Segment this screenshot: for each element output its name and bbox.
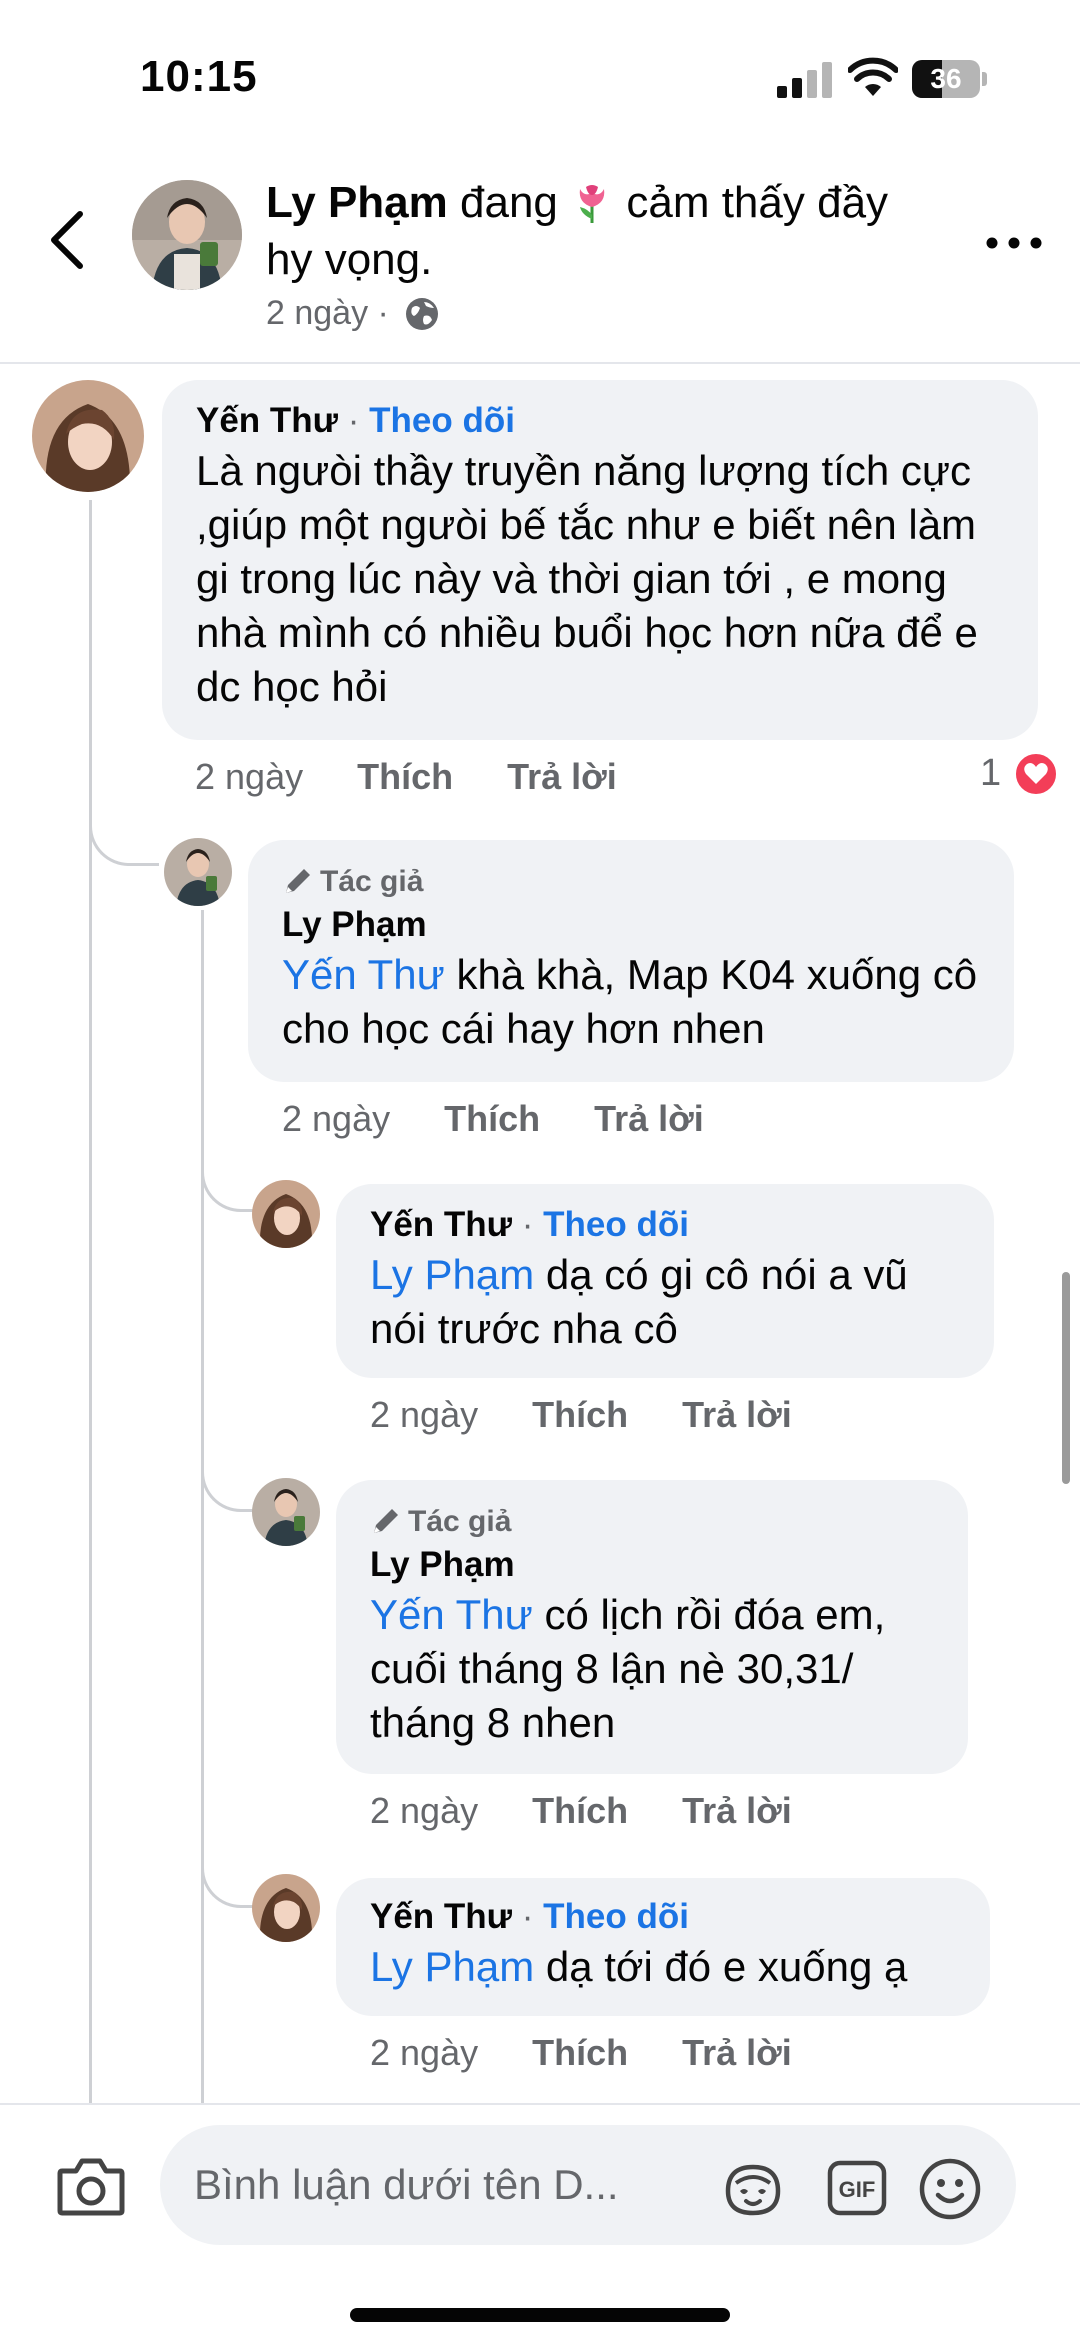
comment-text: Ly Phạm dạ tới đó e xuống ạ: [370, 1940, 956, 1994]
post-meta: 2 ngày ·: [266, 294, 440, 333]
comment-input[interactable]: Bình luận dưới tên D... GIF: [160, 2125, 1016, 2245]
follow-button[interactable]: Theo dõi: [543, 1205, 689, 1244]
author-reply-avatar[interactable]: [164, 838, 232, 906]
comment-time[interactable]: 2 ngày: [195, 756, 303, 797]
comment-time[interactable]: 2 ngày: [370, 2032, 478, 2073]
comment-time[interactable]: 2 ngày: [282, 1098, 390, 1139]
scrollbar[interactable]: [1062, 1272, 1070, 1484]
battery-level: 36: [930, 63, 962, 94]
mention-link[interactable]: Yến Thư: [370, 1591, 533, 1638]
comment-time[interactable]: 2 ngày: [370, 1394, 478, 1435]
camera-icon[interactable]: [56, 2155, 126, 2217]
author-badge: Tác giả: [370, 1502, 934, 1542]
reply-button[interactable]: Trả lời: [594, 1098, 704, 1139]
post-header: Ly Phạm đang cảm thấy đầy hy vọng. 2 ngà…: [0, 150, 1080, 364]
status-time: 10:15: [140, 52, 258, 101]
reaction-count: 1: [980, 752, 1002, 794]
header-separator: ·: [347, 401, 360, 440]
comment-actions: 2 ngày Thích Trả lời: [370, 1394, 836, 1436]
header-separator: ·: [521, 1897, 534, 1936]
globe-icon: [406, 298, 439, 330]
back-button[interactable]: [44, 208, 90, 272]
heart-icon: [1014, 752, 1058, 796]
comment-body: dạ tới đó e xuống ạ: [534, 1943, 908, 1990]
cellular-signal-icon: [777, 62, 832, 98]
post-title: Ly Phạm đang cảm thấy đầy hy vọng.: [266, 174, 946, 288]
thread-connector-3: [201, 1440, 257, 1512]
author-reply-avatar[interactable]: [252, 1478, 320, 1546]
comment-actions: 2 ngày Thích Trả lời: [195, 756, 661, 798]
feeling-prefix: đang: [460, 178, 558, 227]
wifi-icon: [848, 57, 898, 96]
mention-link[interactable]: Ly Phạm: [370, 1943, 534, 1990]
reply-bubble[interactable]: Yến Thư · Theo dõi Ly Phạm dạ tới đó e x…: [336, 1878, 990, 2016]
comment-header: Yến Thư · Theo dõi: [196, 398, 1004, 444]
emoji-icon[interactable]: [918, 2157, 982, 2221]
comment-actions: 2 ngày Thích Trả lời: [370, 2032, 836, 2074]
commenter-name[interactable]: Yến Thư: [196, 401, 338, 440]
commenter-avatar[interactable]: [252, 1180, 320, 1248]
status-bar: 10:15 36: [0, 0, 1080, 150]
like-button[interactable]: Thích: [532, 2032, 628, 2073]
mention-link[interactable]: Yến Thư: [282, 951, 445, 998]
reply-bubble[interactable]: Tác giả Ly Phạm Yến Thư có lịch rồi đóa …: [336, 1480, 968, 1774]
author-badge: Tác giả: [282, 862, 980, 902]
reply-bubble[interactable]: Yến Thư · Theo dõi Ly Phạm dạ có gi cô n…: [336, 1184, 994, 1378]
comment-actions: 2 ngày Thích Trả lời: [282, 1098, 748, 1140]
mention-link[interactable]: Ly Phạm: [370, 1251, 534, 1298]
commenter-avatar[interactable]: [32, 380, 144, 492]
author-avatar[interactable]: [132, 180, 242, 290]
thread-connector-2: [201, 1140, 257, 1212]
like-button[interactable]: Thích: [532, 1394, 628, 1435]
post-time[interactable]: 2 ngày: [266, 294, 368, 332]
comment-text: Là ngưòi thầy truyền năng lượng tích cực…: [196, 447, 978, 710]
more-options-button[interactable]: [985, 228, 1043, 258]
thread-connector-4: [201, 1836, 257, 1908]
battery-indicator: 36: [912, 60, 988, 98]
author-badge-label: Tác giả: [320, 865, 424, 898]
home-indicator: [350, 2308, 730, 2322]
post-author-name[interactable]: Ly Phạm: [266, 178, 448, 227]
like-button[interactable]: Thích: [357, 756, 453, 797]
commenter-name[interactable]: Yến Thư: [370, 1897, 512, 1936]
reply-button[interactable]: Trả lời: [682, 1790, 792, 1831]
thread-connector-1: [89, 800, 159, 866]
follow-button[interactable]: Theo dõi: [369, 401, 515, 440]
post-meta-separator: ·: [377, 294, 389, 332]
comment-text: Yến Thư khà khà, Map K04 xuống cô cho họ…: [282, 948, 980, 1056]
avatar-sticker-icon[interactable]: [722, 2161, 784, 2217]
header-separator: ·: [521, 1205, 534, 1244]
comment-text: Ly Phạm dạ có gi cô nói a vũ nói trước n…: [370, 1248, 960, 1356]
commenter-name[interactable]: Ly Phạm: [370, 1542, 934, 1588]
svg-text:GIF: GIF: [839, 2177, 876, 2202]
commenter-avatar[interactable]: [252, 1874, 320, 1942]
comment-bubble[interactable]: Yến Thư · Theo dõi Là ngưòi thầy truyền …: [162, 380, 1038, 740]
pen-icon: [374, 1509, 398, 1533]
reply-button[interactable]: Trả lời: [682, 1394, 792, 1435]
gif-icon[interactable]: GIF: [826, 2159, 888, 2217]
comment-placeholder: Bình luận dưới tên D...: [194, 2161, 619, 2208]
author-badge-label: Tác giả: [408, 1505, 512, 1538]
comment-header: Yến Thư · Theo dõi: [370, 1894, 956, 1940]
commenter-name[interactable]: Ly Phạm: [282, 902, 980, 948]
comment-time[interactable]: 2 ngày: [370, 1790, 478, 1831]
comment-text: Yến Thư có lịch rồi đóa em, cuối tháng 8…: [370, 1588, 934, 1750]
follow-button[interactable]: Theo dõi: [543, 1897, 689, 1936]
reply-button[interactable]: Trả lời: [507, 756, 617, 797]
like-button[interactable]: Thích: [532, 1790, 628, 1831]
commenter-name[interactable]: Yến Thư: [370, 1205, 512, 1244]
thread-line-main: [89, 500, 92, 2103]
comment-actions: 2 ngày Thích Trả lời: [370, 1790, 836, 1832]
tulip-icon: [579, 185, 605, 223]
thread-line-reply: [201, 910, 204, 2103]
like-button[interactable]: Thích: [444, 1098, 540, 1139]
comment-composer: Bình luận dưới tên D... GIF: [0, 2103, 1080, 2341]
reply-button[interactable]: Trả lời: [682, 2032, 792, 2073]
reply-bubble[interactable]: Tác giả Ly Phạm Yến Thư khà khà, Map K04…: [248, 840, 1014, 1082]
pen-icon: [286, 869, 310, 893]
comment-header: Yến Thư · Theo dõi: [370, 1202, 960, 1248]
